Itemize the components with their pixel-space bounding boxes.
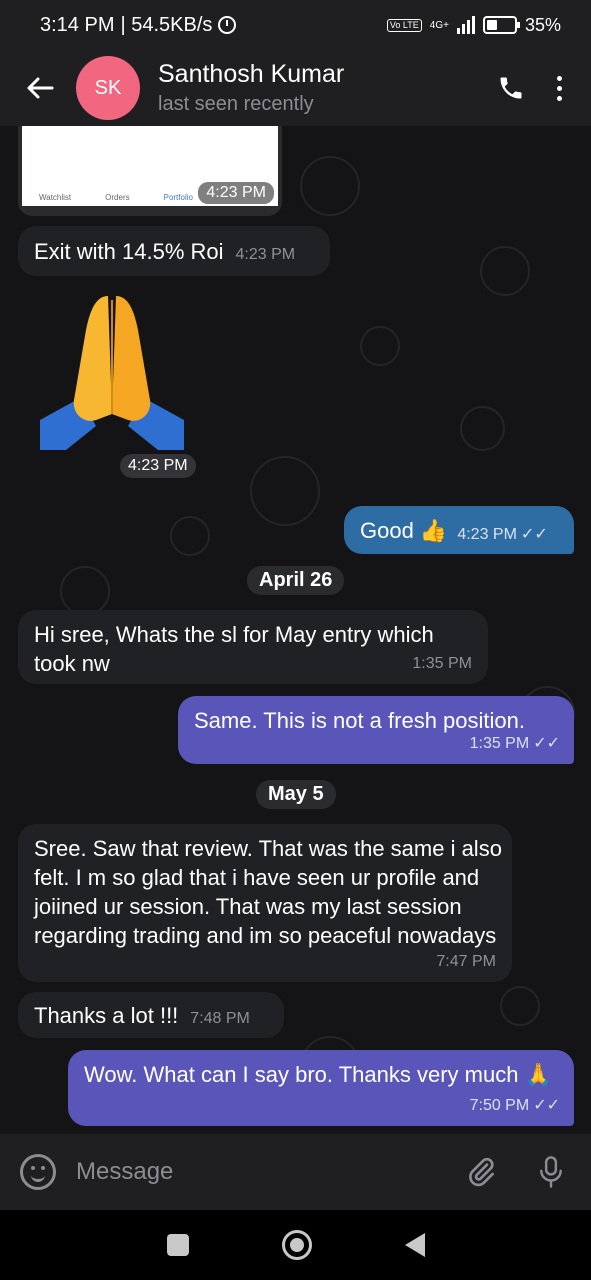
message-composer [0, 1134, 591, 1210]
microphone-icon [540, 1156, 562, 1188]
message-time: 4:23 PM [235, 245, 296, 263]
system-back-button[interactable] [404, 1233, 425, 1257]
read-ticks-icon: ✓✓ [533, 1097, 560, 1114]
attach-button[interactable] [461, 1152, 501, 1192]
message-text: Thanks a lot !!! [34, 1002, 179, 1028]
system-nav-bar [0, 1210, 591, 1280]
incoming-message[interactable]: Exit with 14.5% Roi 4:23 PM [18, 226, 330, 276]
outgoing-message[interactable]: Same. This is not a fresh position. 1:35… [178, 696, 574, 764]
image-message[interactable]: Watchlist Orders Portfolio 4:23 PM [18, 126, 282, 216]
screenshot-nav-item: Watchlist [39, 193, 72, 202]
outgoing-message[interactable]: Wow. What can I say bro. Thanks very muc… [68, 1050, 574, 1126]
message-text: Sree. Saw that review. That was the same… [34, 836, 502, 948]
network-type: 4G+ [429, 19, 449, 31]
phone-icon [500, 77, 522, 99]
status-time: 3:14 PM [40, 13, 115, 36]
more-menu-button[interactable] [547, 66, 571, 110]
date-separator: April 26 [247, 566, 345, 595]
mic-button[interactable] [531, 1152, 571, 1192]
chat-area[interactable]: Watchlist Orders Portfolio 4:23 PM Exit … [0, 126, 591, 1134]
back-button[interactable] [20, 68, 60, 108]
more-vertical-icon [556, 75, 562, 81]
incoming-message[interactable]: Sree. Saw that review. That was the same… [18, 824, 512, 982]
contact-name: Santhosh Kumar [158, 60, 345, 88]
volte-badge: Vo LTE [386, 18, 422, 32]
message-time: 7:48 PM [190, 1009, 250, 1027]
screenshot-nav-item: Orders [105, 193, 130, 202]
contact-status: last seen recently [158, 93, 314, 115]
outgoing-message[interactable]: Good 👍 4:23 PM ✓✓ [344, 506, 574, 554]
message-time: 7:50 PM [469, 1097, 530, 1114]
message-time: 1:35 PM [469, 735, 530, 752]
message-text: Good 👍 [360, 517, 448, 543]
call-button[interactable] [489, 66, 533, 110]
home-button[interactable] [281, 1230, 312, 1260]
message-text: Hi sree, Whats the sl for May entry whic… [34, 622, 434, 676]
message-time: 4:23 PM [120, 454, 196, 478]
recents-button[interactable] [166, 1234, 189, 1256]
status-bar: 3:14 PM | 54.5KB/s Vo LTE 4G+ 35% [0, 0, 591, 50]
message-time: 4:23 PM [198, 182, 274, 204]
message-text: Wow. What can I say bro. Thanks very muc… [84, 1062, 552, 1087]
date-separator: May 5 [256, 780, 336, 809]
read-ticks-icon: ✓✓ [520, 525, 548, 543]
arrow-left-icon [27, 77, 54, 99]
signal-icon [456, 16, 475, 34]
alarm-icon [218, 16, 237, 34]
read-ticks-icon: ✓✓ [533, 735, 560, 752]
status-net-speed: | 54.5KB/s [120, 13, 213, 36]
battery-icon [482, 16, 520, 34]
chat-header: SK Santhosh Kumar last seen recently [0, 50, 591, 126]
folded-hands-emoji[interactable] [36, 290, 188, 450]
message-time: 4:23 PM [457, 525, 517, 543]
message-time: 7:47 PM [436, 953, 496, 970]
message-input[interactable] [76, 1158, 461, 1186]
paperclip-icon [469, 1157, 494, 1187]
message-time: 1:35 PM [412, 655, 472, 672]
incoming-message[interactable]: Hi sree, Whats the sl for May entry whic… [18, 610, 488, 684]
smile-icon[interactable] [20, 1154, 56, 1190]
contact-info[interactable]: Santhosh Kumar last seen recently [158, 60, 489, 116]
avatar[interactable]: SK [76, 56, 140, 120]
incoming-message[interactable]: Thanks a lot !!! 7:48 PM [18, 992, 284, 1038]
screenshot-nav-item: Portfolio [163, 193, 193, 202]
battery-level: 35% [524, 14, 561, 35]
message-text: Exit with 14.5% Roi [34, 238, 224, 264]
